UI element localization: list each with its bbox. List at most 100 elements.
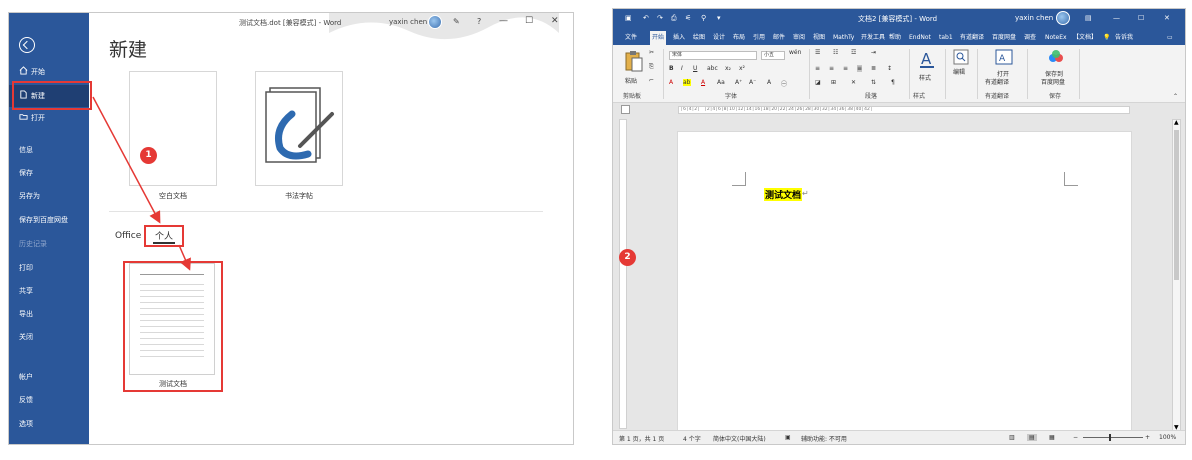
zoom-slider[interactable] [1083,437,1143,438]
justify-icon[interactable]: ≡ [857,65,863,72]
bold-icon[interactable]: B [669,65,674,72]
tab-review[interactable]: 审阅 [791,31,807,45]
tab-developer[interactable]: 开发工具 [859,31,887,45]
italic-icon[interactable]: I [681,65,683,72]
more-icon[interactable]: ▾ [717,14,721,22]
collapse-ribbon-icon[interactable]: ⌃ [1173,93,1178,100]
tab-noteexpress[interactable]: NoteEx [1043,31,1069,45]
tab-home[interactable]: 开始 [650,31,667,45]
tab-mailings[interactable]: 邮件 [771,31,787,45]
indent-icon[interactable]: ⇥ [871,49,876,56]
translate-icon[interactable]: A [995,49,1013,65]
comments-icon[interactable]: ▭ [1165,31,1175,45]
sidebar-item-options[interactable]: 选项 [9,413,89,435]
scroll-up-icon[interactable]: ▲ [1174,119,1179,126]
print-preview-icon[interactable]: ⎙ [671,14,677,23]
tab-file[interactable]: 文件 [623,31,639,45]
find-icon[interactable] [953,49,969,65]
sidebar-item-close[interactable]: 关闭 [9,326,89,348]
styles-label[interactable]: 样式 [919,73,931,82]
document-text[interactable]: 测试文档 [764,188,803,201]
scrollbar-thumb[interactable] [1174,130,1179,280]
pen-icon[interactable]: ✎ [453,17,460,26]
tab-endnote[interactable]: EndNot [907,31,933,45]
chinese-layout-icon[interactable]: ✕ [851,79,856,86]
avatar[interactable] [1056,11,1070,25]
cut-icon[interactable]: ✂ [649,49,654,56]
tab-mathtype[interactable]: MathTy [831,31,856,45]
font-size-select[interactable]: 小五 [761,51,785,60]
sidebar-item-save[interactable]: 保存 [9,162,89,184]
undo-icon[interactable]: ↶ [643,14,649,22]
sidebar-item-feedback[interactable]: 反馈 [9,389,89,411]
baidu-label[interactable]: 百度网盘 [1041,77,1065,86]
numbering-icon[interactable]: ☷ [833,49,838,56]
tab-tab1[interactable]: tab1 [937,31,955,45]
tab-insert[interactable]: 插入 [671,31,687,45]
sidebar-item-print[interactable]: 打印 [9,257,89,279]
enclose-character-icon[interactable]: ㊀ [781,79,787,88]
sidebar-item-save-as[interactable]: 另存为 [9,185,89,207]
minimize-icon[interactable]: — [1113,14,1120,22]
ruler-track[interactable]: │6│4│2│ │2│4│6│8│10│12│14│16│18│20│22│24… [678,106,1130,114]
superscript-icon[interactable]: x² [739,65,745,72]
align-right-icon[interactable]: ≡ [843,65,848,72]
print-layout-icon[interactable]: ▤ [1027,434,1037,441]
tab-survey[interactable]: 调查 [1022,31,1038,45]
tab-baidu[interactable]: 百度网盘 [990,31,1018,45]
zoom-in-icon[interactable]: + [1145,434,1150,441]
sidebar-item-export[interactable]: 导出 [9,303,89,325]
back-arrow-icon[interactable] [19,37,35,53]
change-case-icon[interactable]: Aa [717,79,725,86]
grow-font-icon[interactable]: A⁺ [735,79,742,86]
lightbulb-icon[interactable]: 💡 [1101,31,1112,45]
baidu-cloud-icon[interactable] [1047,49,1065,65]
sidebar-item-account[interactable]: 帐户 [9,366,89,388]
tab-selector[interactable] [621,105,630,114]
avatar[interactable] [428,15,442,29]
maximize-icon[interactable]: ☐ [525,16,533,26]
page-count[interactable]: 第 1 页，共 1 页 [619,434,664,443]
tab-view[interactable]: 视图 [811,31,827,45]
align-left-icon[interactable]: ≡ [815,65,820,72]
text-effects-icon[interactable]: A [669,79,673,86]
tab-layout[interactable]: 布局 [731,31,747,45]
minimize-icon[interactable]: — [499,16,508,26]
sidebar-item-open[interactable]: 打开 [9,107,89,129]
web-layout-icon[interactable]: ▦ [1049,434,1055,441]
shading-icon[interactable]: ◪ [815,79,821,86]
tab-design[interactable]: 设计 [711,31,727,45]
sidebar-item-info[interactable]: 信息 [9,139,89,161]
tab-office[interactable]: Office [115,231,141,241]
vertical-ruler[interactable] [619,119,627,429]
sort-icon[interactable]: ⇅ [871,79,876,86]
tab-help[interactable]: 帮助 [887,31,903,45]
tab-document[interactable]: 【文档】 [1071,31,1099,45]
vertical-scrollbar[interactable]: ▲ ▼ [1172,119,1181,431]
line-spacing-icon[interactable]: ↕ [887,65,892,72]
sidebar-item-share[interactable]: 共享 [9,280,89,302]
copy-icon[interactable]: ⎘ [649,63,654,71]
close-icon[interactable]: ✕ [551,16,559,26]
highlight-icon[interactable]: ab [683,79,691,86]
document-page[interactable]: 测试文档 ↵ [677,131,1132,431]
zoom-slider-thumb[interactable] [1109,434,1111,441]
redo-icon[interactable]: ↷ [657,14,663,22]
sidebar-item-save-baidu[interactable]: 保存到百度网盘 [9,209,89,231]
character-shading-icon[interactable]: A [767,79,771,86]
ribbon-display-icon[interactable]: ▤ [1085,14,1092,22]
zoom-level[interactable]: 100% [1159,434,1176,441]
macro-icon[interactable]: ▣ [785,434,791,441]
tab-draw[interactable]: 绘图 [691,31,707,45]
underline-icon[interactable]: U [693,65,697,72]
align-center-icon[interactable]: ≡ [829,65,834,72]
read-mode-icon[interactable]: ▥ [1009,434,1015,441]
font-color-icon[interactable]: A [701,79,705,86]
word-count[interactable]: 4 个字 [683,434,701,443]
language-status[interactable]: 简体中文(中国大陆) [713,434,766,443]
shrink-font-icon[interactable]: A⁻ [749,79,756,86]
borders-icon[interactable]: ⊞ [831,79,836,86]
save-icon[interactable]: ▣ [625,14,632,22]
customize-icon[interactable]: ⚲ [701,14,706,22]
zoom-out-icon[interactable]: − [1073,434,1078,441]
